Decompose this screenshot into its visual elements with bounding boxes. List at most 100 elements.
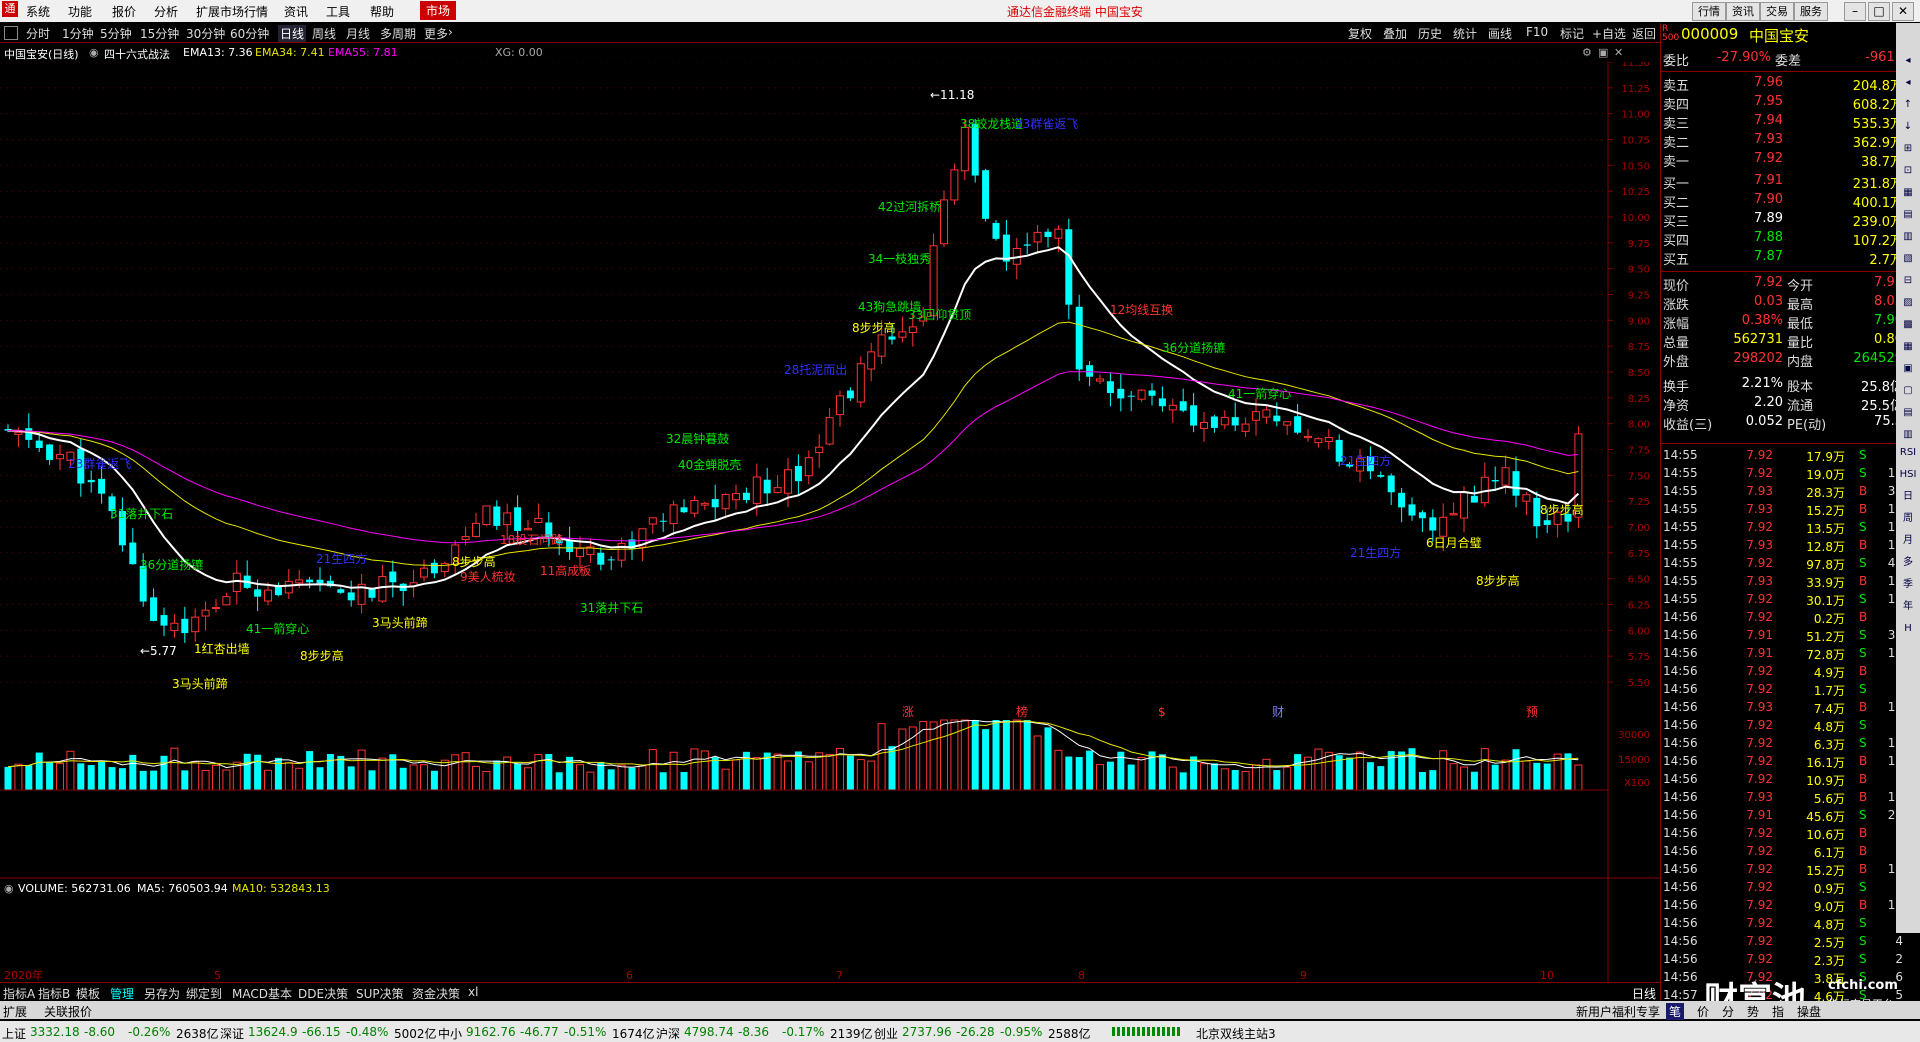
close-icon[interactable]: ✕ [1892, 2, 1914, 21]
period-more[interactable]: 更多 [424, 25, 448, 42]
tool-f10[interactable]: F10 [1526, 25, 1548, 39]
toolbar-icon[interactable]: ▢ [1898, 381, 1918, 401]
more-arrow-icon[interactable]: › [448, 25, 453, 39]
tab-indicator-b[interactable]: 指标B [38, 985, 70, 1002]
period-intraday[interactable]: 分时 [26, 25, 50, 42]
period-5min[interactable]: 5分钟 [100, 25, 132, 42]
toolbar-icon[interactable]: ▣ [1898, 359, 1918, 379]
gear-icon[interactable]: ⚙ [1582, 46, 1592, 59]
toolbar-icon[interactable]: ▦ [1898, 337, 1918, 357]
tick-list[interactable]: 14:557.9217.9万S614:557.9219.0万S1614:557.… [1661, 443, 1905, 1021]
maximize-icon[interactable]: □ [1868, 2, 1890, 21]
menu-quote[interactable]: 报价 [112, 3, 136, 20]
menu-tools[interactable]: 工具 [326, 3, 350, 20]
period-monthly[interactable]: 月线 [346, 25, 370, 42]
toolbar-label[interactable]: 月 [1898, 531, 1918, 551]
toolbar-icon[interactable]: ↓ [1898, 117, 1918, 137]
tool-mark[interactable]: 标记 [1560, 25, 1584, 42]
toolbar-icon[interactable]: ▨ [1898, 293, 1918, 313]
tab-macd[interactable]: MACD基本 [232, 985, 292, 1002]
period-daily[interactable]: 日线 [278, 25, 307, 42]
candle-body [1314, 438, 1323, 444]
toolbar-label[interactable]: 周 [1898, 509, 1918, 529]
event-marker[interactable]: 涨 [902, 704, 914, 719]
toolbar-label[interactable]: 日 [1898, 487, 1918, 507]
event-marker[interactable]: $ [1158, 705, 1166, 719]
tab-bi[interactable]: 笔 [1666, 1003, 1685, 1020]
period-60min[interactable]: 60分钟 [230, 25, 269, 42]
menu-news[interactable]: 资讯 [284, 3, 308, 20]
tab-sup[interactable]: SUP决策 [356, 985, 404, 1002]
toolbar-icon[interactable]: ▤ [1898, 205, 1918, 225]
tab-caopan[interactable]: 操盘 [1797, 1003, 1821, 1020]
tool-overlay[interactable]: 叠加 [1383, 25, 1407, 42]
tab-xl[interactable]: xl [468, 985, 478, 999]
tab-jia[interactable]: 价 [1697, 1003, 1709, 1020]
kline-chart[interactable]: 11.50 11.25 11.00 10.75 10.50 10.25 10.00 9.75 9… [0, 62, 1660, 982]
chart-close-icon[interactable]: ✕ [1614, 46, 1623, 59]
tool-history[interactable]: 历史 [1418, 25, 1442, 42]
toolbar-icon[interactable]: ▩ [1898, 315, 1918, 335]
tab-zhi[interactable]: 指 [1772, 1003, 1784, 1020]
toolbar-icon[interactable]: ⊞ [1898, 139, 1918, 159]
menu-help[interactable]: 帮助 [370, 3, 394, 20]
toolbar-icon[interactable]: ▦ [1898, 183, 1918, 203]
toolbar-label[interactable]: HSI [1898, 465, 1918, 485]
period-1min[interactable]: 1分钟 [62, 25, 94, 42]
tab-bind-to[interactable]: 绑定到 [186, 985, 222, 1002]
minimize-icon[interactable]: – [1844, 2, 1866, 21]
news-button[interactable]: 资讯 [1726, 2, 1760, 21]
toolbar-label[interactable]: RSI [1898, 443, 1918, 463]
tool-restore-rights[interactable]: 复权 [1348, 25, 1372, 42]
left-arrow-icon[interactable] [4, 26, 18, 40]
tool-statistics[interactable]: 统计 [1453, 25, 1477, 42]
toolbar-icon[interactable]: ▤ [1898, 403, 1918, 423]
tab-capital[interactable]: 资金决策 [412, 985, 460, 1002]
tab-indicator-a[interactable]: 指标A [3, 985, 35, 1002]
menu-extended-market[interactable]: 扩展市场行情 [196, 3, 268, 20]
tool-draw-line[interactable]: 画线 [1488, 25, 1512, 42]
toolbar-icon[interactable]: ▥ [1898, 227, 1918, 247]
event-marker[interactable]: 预 [1526, 705, 1538, 719]
toolbar-icon[interactable]: ⊡ [1898, 161, 1918, 181]
event-marker[interactable]: 财 [1272, 705, 1284, 719]
candle-body [659, 520, 667, 522]
quote-button[interactable]: 行情 [1692, 2, 1726, 21]
toolbar-icon[interactable]: ▧ [1898, 249, 1918, 269]
indicator-settings-icon[interactable]: ◉ [89, 46, 99, 59]
toolbar-icon[interactable]: ⊟ [1898, 271, 1918, 291]
period-15min[interactable]: 15分钟 [140, 25, 179, 42]
service-button[interactable]: 服务 [1794, 2, 1828, 21]
toolbar-icon[interactable]: ◂ [1898, 51, 1918, 71]
event-marker[interactable]: 榜 [1016, 704, 1028, 719]
toolbar-label[interactable]: 季 [1898, 575, 1918, 595]
toolbar-label[interactable]: 多 [1898, 553, 1918, 573]
window-toggle-icon[interactable]: ▣ [1598, 46, 1608, 59]
period-weekly[interactable]: 周线 [312, 25, 336, 42]
period-30min[interactable]: 30分钟 [186, 25, 225, 42]
menu-system[interactable]: 系统 [26, 3, 50, 20]
new-user-promo[interactable]: 新用户福利专享 [1576, 1003, 1660, 1020]
tool-add-watchlist[interactable]: +自选 [1592, 25, 1626, 42]
market-tab[interactable]: 市场 [420, 1, 457, 20]
tab-extension[interactable]: 扩展 [3, 1003, 27, 1020]
volume-settings-icon[interactable]: ◉ [4, 882, 14, 895]
tab-shi[interactable]: 势 [1747, 1003, 1759, 1020]
tab-save-as[interactable]: 另存为 [144, 985, 180, 1002]
toolbar-label[interactable]: H [1898, 619, 1918, 639]
tab-related-quotes[interactable]: 关联报价 [44, 1003, 92, 1020]
toolbar-icon[interactable]: ◂ [1898, 73, 1918, 93]
period-multi[interactable]: 多周期 [380, 25, 416, 42]
menu-function[interactable]: 功能 [68, 3, 92, 20]
indicator-name[interactable]: 四十六式战法 [104, 46, 170, 62]
tab-manage[interactable]: 管理 [110, 985, 134, 1002]
toolbar-icon[interactable]: ▥ [1898, 425, 1918, 445]
tab-fen[interactable]: 分 [1722, 1003, 1734, 1020]
toolbar-label[interactable]: 年 [1898, 597, 1918, 617]
toolbar-icon[interactable]: ↑ [1898, 95, 1918, 115]
tool-back[interactable]: 返回 [1632, 25, 1656, 42]
tab-dde[interactable]: DDE决策 [298, 985, 348, 1002]
trade-button[interactable]: 交易 [1760, 2, 1794, 21]
tab-template[interactable]: 模板 [76, 985, 100, 1002]
menu-analysis[interactable]: 分析 [154, 3, 178, 20]
